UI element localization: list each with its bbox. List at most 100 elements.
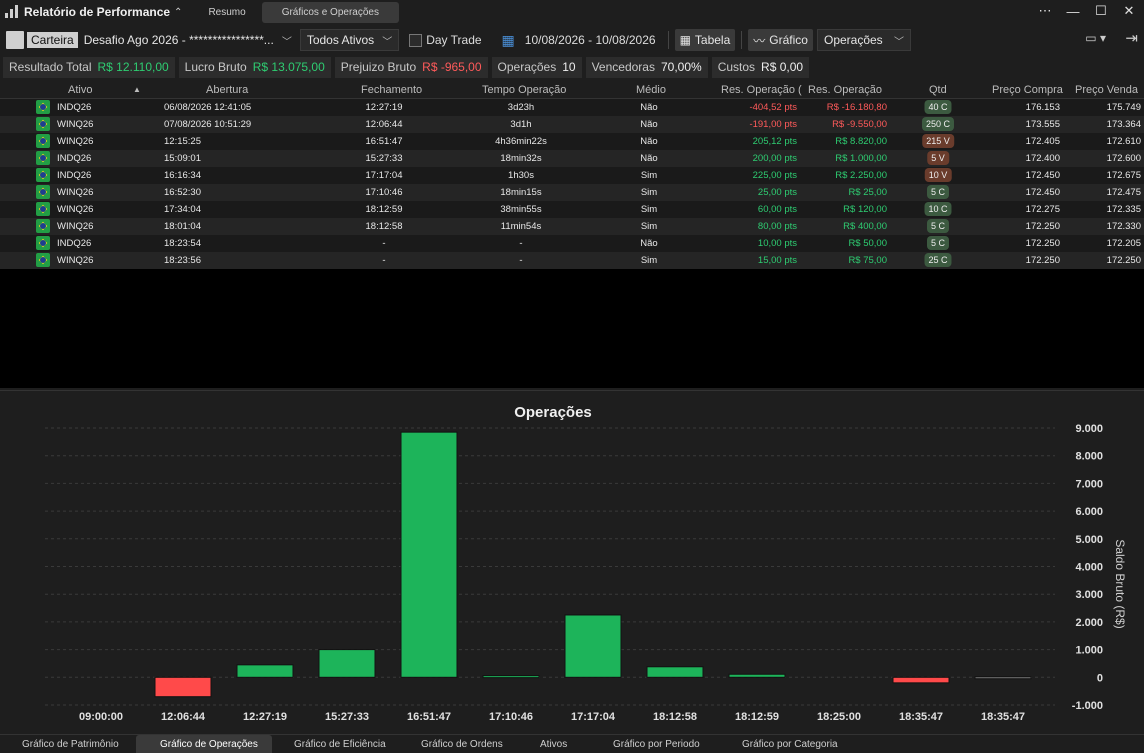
view-select[interactable]: Operações ﹀ (816, 29, 911, 51)
cell-ativo: WINQ26 (57, 255, 94, 266)
bar[interactable] (400, 431, 458, 678)
cell-abertura: 12:15:25 (164, 136, 201, 147)
maximize-icon[interactable]: ☐ (1094, 3, 1108, 19)
calendar-icon[interactable]: ▦ (502, 32, 515, 49)
cell-preco-compra: 172.400 (1025, 153, 1060, 164)
cell-ativo: INDQ26 (57, 170, 92, 181)
tab-grafico-patrimonio[interactable]: Gráfico de Patrimônio (22, 739, 119, 750)
x-tick-label: 18:35:47 (981, 711, 1025, 723)
cell-abertura: 17:34:04 (164, 204, 201, 215)
assets-dropdown[interactable]: Todos Ativos ﹀ (299, 29, 400, 51)
table-row[interactable]: WINQ26 18:23:56 - - Sim 15,00 pts R$ 75,00 25 C… (0, 252, 1144, 269)
tab-ativos[interactable]: Ativos (540, 739, 567, 750)
tab-grafico-eficiencia[interactable]: Gráfico de Eficiência (294, 739, 386, 750)
bar[interactable] (974, 676, 1032, 680)
cell-res-rs: R$ -9.550,00 (832, 119, 887, 130)
cell-preco-venda: 172.330 (1106, 221, 1141, 232)
column-header-preco-venda[interactable]: Preço Venda (1075, 84, 1138, 96)
chevron-up-icon[interactable]: ⌃ (174, 7, 182, 18)
cell-medio: Não (640, 136, 658, 147)
bar[interactable] (154, 676, 212, 698)
summary-operacoes: Operações 10 (491, 56, 582, 78)
cell-qtd: 5 V (927, 151, 949, 165)
chart-button[interactable]: 〰 Gráfico (748, 29, 813, 51)
day-trade-toggle[interactable]: Day Trade (409, 33, 482, 47)
table-row[interactable]: WINQ26 17:34:04 18:12:59 38min55s Sim 60,00 p… (0, 201, 1144, 218)
column-header-medio[interactable]: Médio (636, 84, 666, 96)
brazil-flag-icon (36, 134, 50, 148)
table-row[interactable]: INDQ26 16:16:34 17:17:04 1h30s Sim 225,00 pts… (0, 167, 1144, 184)
y-tick-label: 4.000 (1075, 562, 1103, 574)
tab-grafico-ordens[interactable]: Gráfico de Ordens (421, 739, 503, 750)
chevron-down-icon[interactable]: ﹀ (282, 33, 292, 48)
bar[interactable] (564, 614, 622, 678)
layout-menu-icon[interactable]: ▭ ▾ (1085, 31, 1106, 45)
title-bar: Relatório de Performance ⌃ Resumo Gráfic… (0, 0, 1144, 24)
cell-tempo: 18min15s (500, 187, 542, 198)
column-header-ativo[interactable]: Ativo (68, 84, 92, 96)
close-icon[interactable]: ✕ (1122, 3, 1136, 19)
date-range[interactable]: 10/08/2026 - 10/08/2026 (525, 33, 656, 47)
cell-tempo: 1h30s (508, 170, 534, 181)
cell-abertura: 07/08/2026 10:51:29 (164, 119, 252, 130)
tab-graficos-operacoes[interactable]: Gráficos e Operações (261, 1, 399, 23)
cell-res-pts: 80,00 pts (757, 221, 797, 232)
bar[interactable] (236, 664, 294, 678)
summary-value: R$ -965,00 (422, 60, 482, 74)
column-header-tempo[interactable]: Tempo Operação (482, 84, 566, 96)
portfolio-color-swatch[interactable] (6, 31, 24, 49)
y-tick-label: 3.000 (1075, 589, 1103, 601)
bar[interactable] (892, 676, 950, 684)
bar[interactable] (482, 675, 540, 679)
tab-grafico-categoria[interactable]: Gráfico por Categoria (742, 739, 838, 750)
table-row[interactable]: WINQ26 18:01:04 18:12:58 11min54s Sim 80,00 p… (0, 218, 1144, 235)
sort-asc-icon[interactable]: ▲ (133, 85, 141, 94)
column-header-qtd[interactable]: Qtd (929, 84, 947, 96)
x-tick-label: 12:27:19 (243, 711, 287, 723)
bar[interactable] (318, 649, 376, 678)
table-row[interactable]: INDQ26 06/08/2026 12:41:05 12:27:19 3d23h Nã… (0, 99, 1144, 116)
tab-grafico-periodo[interactable]: Gráfico por Periodo (613, 739, 700, 750)
y-tick-label: 9.000 (1075, 423, 1103, 435)
bar[interactable] (646, 666, 704, 678)
column-header-preco-compra[interactable]: Preço Compra (992, 84, 1063, 96)
column-header-abertura[interactable]: Abertura (206, 84, 248, 96)
cell-res-pts: 205,12 pts (752, 136, 797, 147)
cell-qtd: 25 C (924, 253, 952, 267)
cell-abertura: 16:52:30 (164, 187, 201, 198)
day-trade-checkbox[interactable] (409, 33, 423, 47)
column-header-res-rs[interactable]: Res. Operação (808, 84, 882, 96)
table-row[interactable]: INDQ26 15:09:01 15:27:33 18min32s Não 200,00 … (0, 150, 1144, 167)
cell-preco-venda: 173.364 (1106, 119, 1141, 130)
chart-button-label: Gráfico (769, 33, 808, 47)
cell-preco-venda: 172.205 (1106, 238, 1141, 249)
cell-fechamento: - (382, 238, 386, 249)
column-header-res-pts[interactable]: Res. Operação ( (721, 84, 802, 96)
table-button[interactable]: ▦ Tabela (674, 29, 736, 51)
chevron-down-icon: ﹀ (382, 36, 393, 48)
minimize-icon[interactable]: — (1066, 4, 1080, 19)
y-tick-label: -1.000 (1072, 700, 1103, 712)
cell-tempo: 3d23h (507, 102, 535, 113)
bar[interactable] (728, 673, 786, 678)
table-row[interactable]: WINQ26 12:15:25 16:51:47 4h36min22s Não 205,1… (0, 133, 1144, 150)
tab-grafico-operacoes[interactable]: Gráfico de Operações (136, 735, 272, 753)
day-trade-label: Day Trade (426, 33, 482, 47)
cell-medio: Não (640, 238, 658, 249)
column-header-fechamento[interactable]: Fechamento (361, 84, 422, 96)
cell-qtd: 250 C (921, 117, 955, 131)
table-row[interactable]: WINQ26 07/08/2026 10:51:29 12:06:44 3d1h Não… (0, 116, 1144, 133)
cell-preco-compra: 172.450 (1025, 170, 1060, 181)
cell-res-rs: R$ 75,00 (848, 255, 887, 266)
cell-tempo: 18min32s (500, 153, 542, 164)
portfolio-select[interactable]: Desafio Ago 2026 - ****************... (84, 33, 274, 47)
summary-label: Vencedoras (591, 60, 655, 74)
brazil-flag-icon (36, 202, 50, 216)
more-options-icon[interactable]: ⋯ (1038, 3, 1052, 19)
table-row[interactable]: WINQ26 16:52:30 17:10:46 18min15s Sim 25,00 p… (0, 184, 1144, 201)
table-row[interactable]: INDQ26 18:23:54 - - Não 10,00 pts R$ 50,00 5 C 1… (0, 235, 1144, 252)
carteira-label[interactable]: Carteira (27, 32, 78, 48)
tab-resumo[interactable]: Resumo (198, 3, 255, 22)
cell-preco-compra: 172.450 (1025, 187, 1060, 198)
logout-icon[interactable]: ⇥ (1125, 29, 1138, 47)
